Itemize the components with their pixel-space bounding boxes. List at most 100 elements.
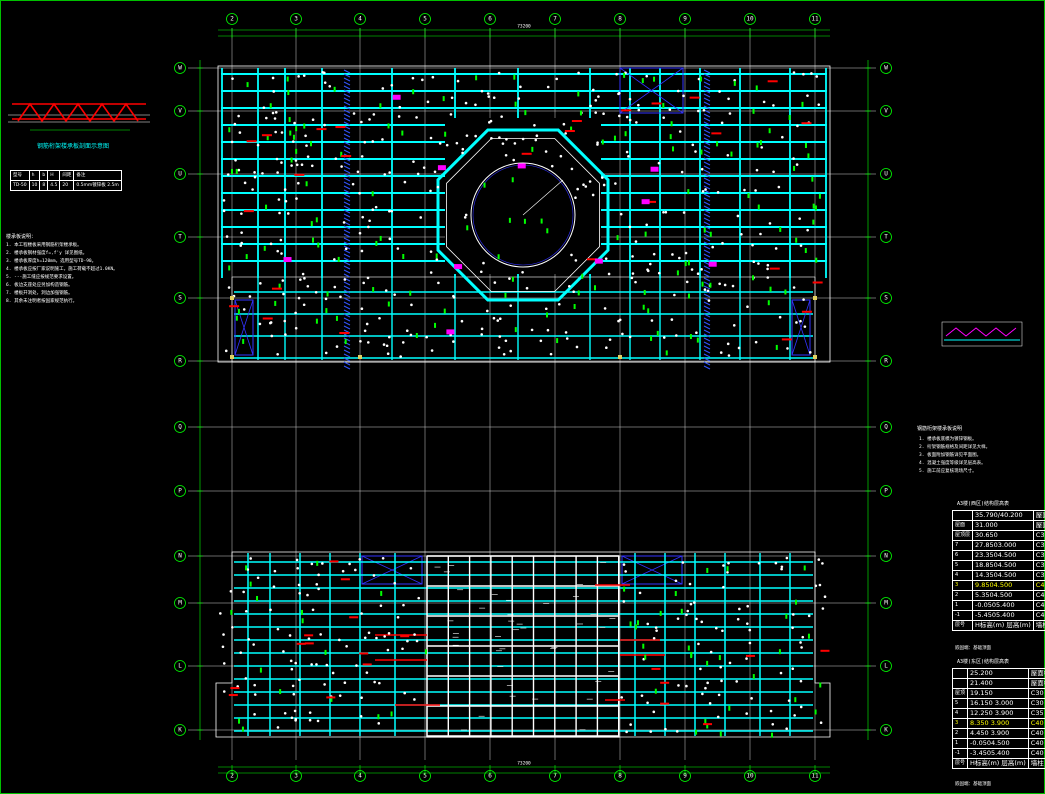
level-cell: C40 C30 (1032, 590, 1045, 601)
anchor-dot (335, 345, 339, 348)
anchor-dot (591, 193, 595, 197)
anchor-dot (509, 349, 513, 353)
rebar-marker (288, 117, 291, 123)
anchor-dot (799, 244, 803, 247)
rebar-marker (676, 270, 679, 276)
rebar-marker (695, 729, 698, 735)
level-cell: 30.650 (972, 530, 1034, 541)
anchor-dot (817, 103, 821, 106)
level-cell: 1 (951, 738, 969, 749)
rebar-marker (317, 242, 320, 248)
rebar-marker (815, 257, 818, 263)
anchor-dot (721, 241, 724, 245)
anchor-dot (607, 272, 611, 276)
anchor-dot (405, 329, 409, 332)
anchor-dot (646, 622, 650, 626)
anchor-dot (673, 293, 676, 297)
axis-label: L (884, 663, 888, 670)
level-row: 25.200屋面标高 (951, 668, 1045, 679)
anchor-dot (795, 321, 798, 324)
anchor-dot (273, 117, 277, 120)
anchor-dot (284, 333, 287, 336)
rebar-marker (375, 240, 378, 246)
anchor-dot (290, 164, 293, 167)
level-row: 层号H标高(m) 层高(m)墙柱 梁板 (951, 758, 1045, 769)
axis-label: L (178, 663, 182, 670)
axis-label: K (178, 727, 182, 734)
rebar-marker (289, 130, 292, 136)
hatch-column (343, 129, 351, 134)
hatch-column (703, 181, 711, 186)
rebar-tag (571, 120, 582, 123)
hatch-column (343, 193, 351, 198)
anchor-dot (577, 71, 580, 75)
anchor-dot (808, 351, 812, 354)
anchor-dot (699, 667, 702, 671)
rebar-marker (301, 618, 304, 624)
anchor-dot (685, 684, 688, 688)
mini-truss (945, 327, 1017, 337)
axis-label: 10 (746, 16, 754, 23)
anchor-dot (769, 709, 773, 713)
anchor-dot (746, 622, 749, 625)
anchor-dot (815, 75, 819, 78)
rebar-marker (718, 655, 721, 661)
anchor-dot (226, 173, 230, 176)
rebar-tag (230, 687, 240, 690)
anchor-dot (278, 211, 281, 215)
anchor-dot (625, 730, 628, 734)
anchor-dot (818, 583, 822, 587)
rebar-tag (316, 128, 327, 131)
anchor-dot (325, 663, 329, 667)
rebar-marker (230, 168, 233, 174)
anchor-dot (662, 210, 665, 214)
dimension-total: 73200 (517, 24, 531, 30)
rebar-marker (701, 281, 704, 287)
anchor-dot (295, 163, 299, 167)
rebar-marker (687, 645, 690, 651)
level-cell: 屋面标高 (1032, 510, 1045, 521)
level-cell: 5 (951, 698, 969, 709)
anchor-dot (592, 88, 595, 92)
anchor-dot (792, 286, 796, 289)
anchor-dot (649, 262, 652, 266)
anchor-dot (627, 155, 630, 158)
axis-label: Q (884, 424, 888, 431)
right-note-line: 4. 混凝土强度等级详见层高表。 (919, 461, 986, 466)
level-cell: 屋面标高 (1027, 668, 1045, 679)
rebar-marker (593, 285, 596, 291)
anchor-dot (600, 176, 604, 179)
anchor-dot (474, 134, 477, 138)
hatch-column (343, 325, 351, 330)
anchor-dot (646, 701, 649, 705)
anchor-dot (388, 335, 391, 339)
rebar-marker (752, 275, 755, 281)
anchor-dot (386, 352, 390, 356)
rebar-marker (709, 231, 712, 237)
anchor-dot (748, 628, 752, 632)
rebar-marker (245, 254, 248, 260)
axis-label: W (884, 65, 888, 72)
anchor-dot (372, 113, 376, 116)
anchor-dot (640, 694, 644, 697)
corner-mark (618, 355, 622, 359)
level-cell: 6 (951, 550, 974, 561)
anchor-dot (284, 199, 288, 203)
hatch-column (343, 117, 351, 122)
anchor-dot (378, 681, 381, 685)
level-cell: C30 C30 (1032, 540, 1045, 551)
anchor-dot (338, 638, 341, 642)
anchor-dot (294, 661, 298, 665)
anchor-dot (273, 569, 277, 573)
rebar-marker (769, 286, 772, 292)
rebar-marker (644, 654, 647, 660)
rebar-marker (779, 226, 782, 232)
rebar-tag (304, 634, 314, 637)
anchor-dot (620, 696, 624, 699)
rebar-marker (794, 599, 797, 605)
anchor-dot (382, 343, 386, 346)
anchor-dot (272, 585, 276, 588)
hatch-column (343, 133, 351, 138)
rebar-marker (716, 141, 719, 147)
rebar-marker (435, 253, 438, 259)
